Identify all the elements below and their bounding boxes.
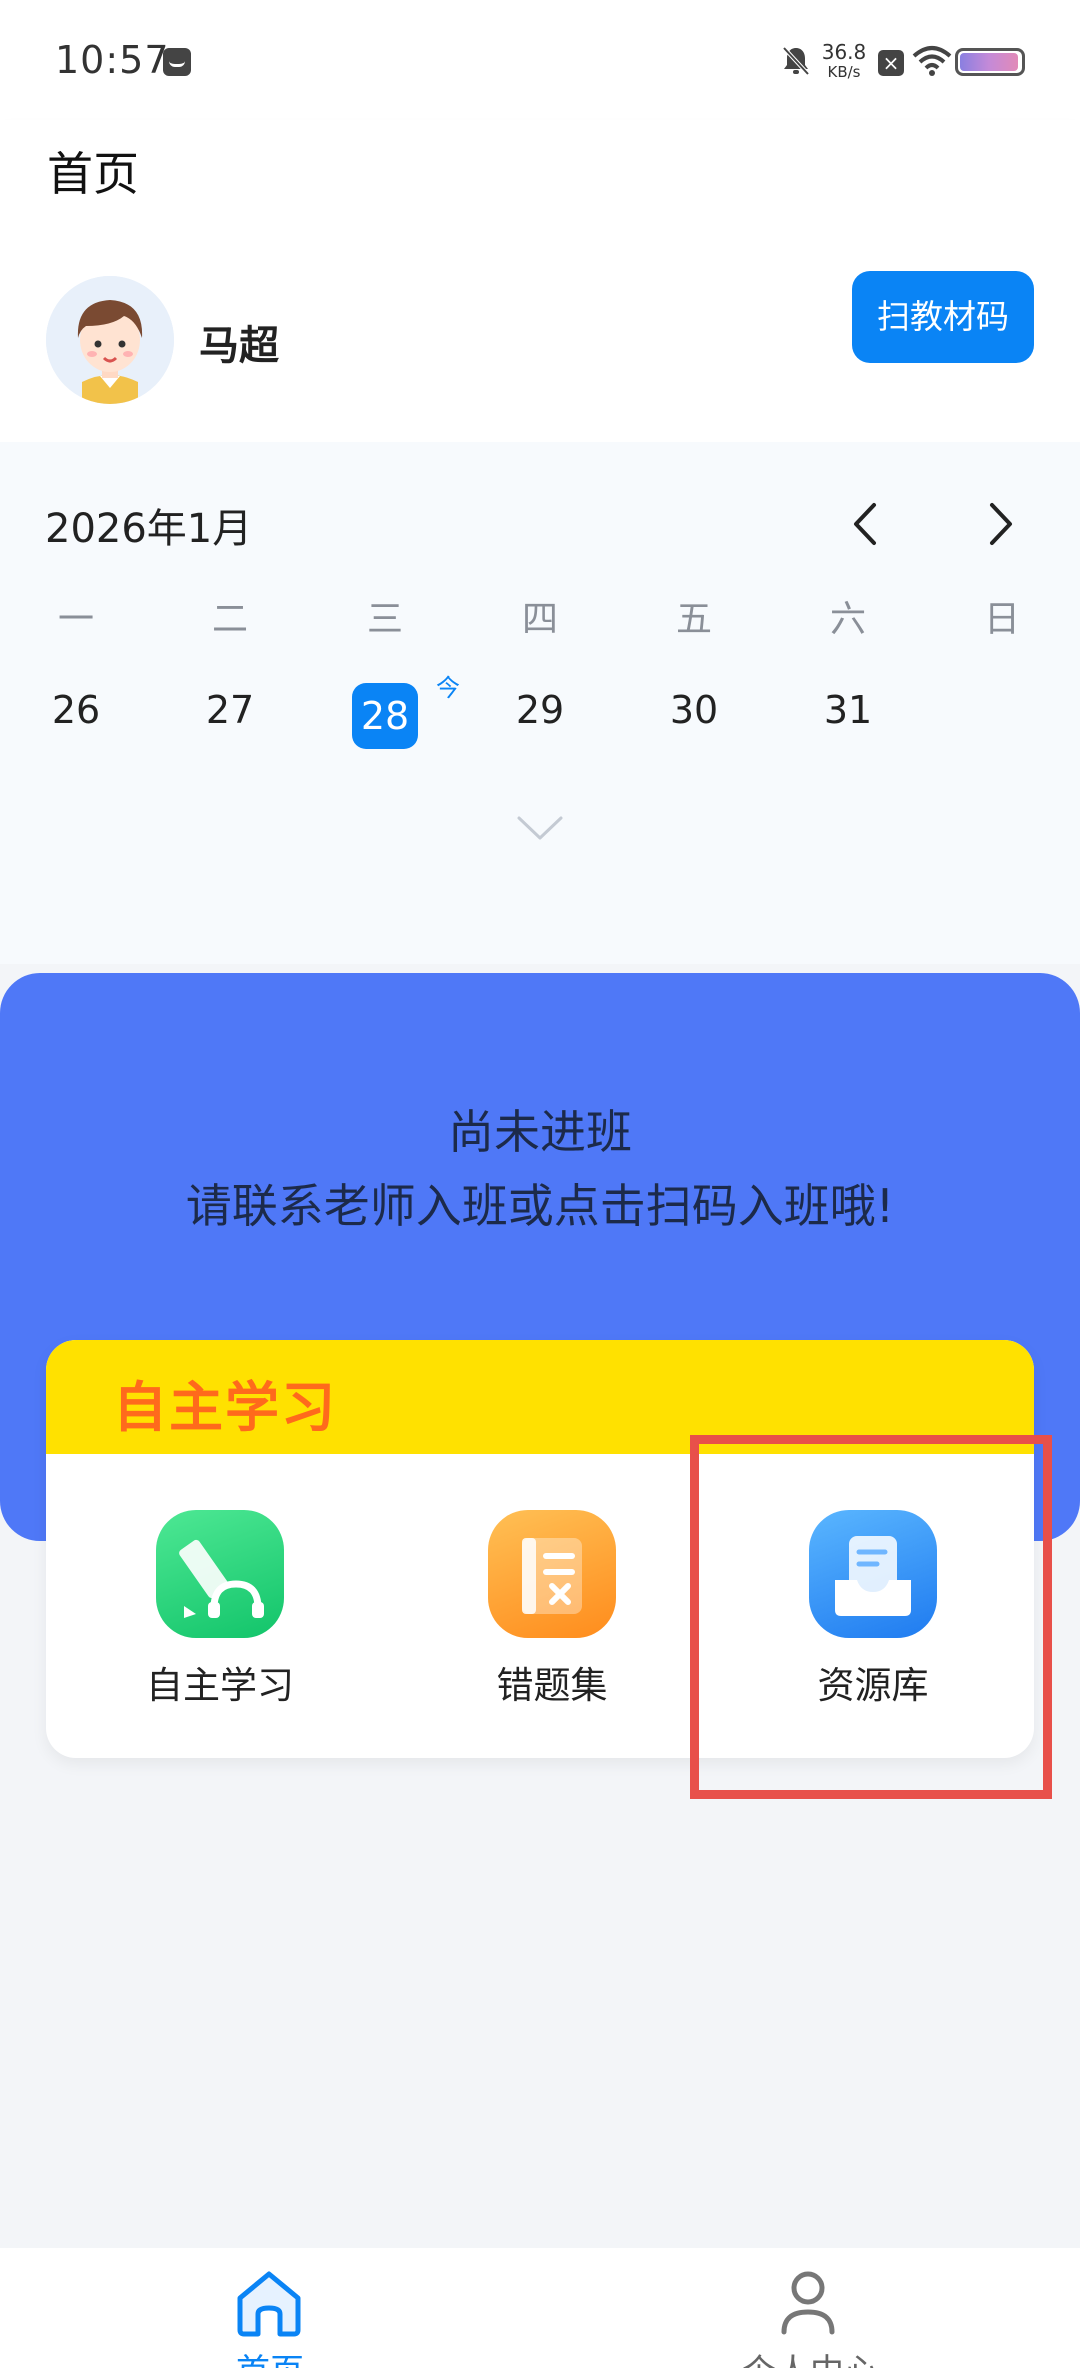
calendar-day[interactable]: 27 <box>190 688 270 732</box>
calendar-day[interactable]: 30 <box>654 688 734 732</box>
weekday-tue: 二 <box>211 599 248 640</box>
nav-profile-label[interactable]: 个人中心 <box>735 2344 885 2368</box>
avatar-illustration <box>46 276 174 404</box>
battery-level <box>960 53 1018 71</box>
today-mark: 今 <box>436 674 460 702</box>
calendar-day[interactable]: 26 <box>36 688 116 732</box>
self-study-label[interactable]: 自主学习 <box>90 1655 350 1709</box>
message-notification-icon <box>163 48 191 76</box>
weekday-sun: 日 <box>983 599 1020 640</box>
weekday-fri: 五 <box>675 599 712 640</box>
calendar-day-selected[interactable]: 28 <box>352 683 418 749</box>
weekday-thu: 四 <box>521 599 558 640</box>
weekday-sat: 六 <box>829 599 866 640</box>
no-sim-icon: × <box>878 50 904 76</box>
nav-home-label[interactable]: 首页 <box>220 2344 320 2368</box>
scan-textbook-code-button[interactable]: 扫教材码 <box>852 271 1034 363</box>
network-speed-value: 36.8 <box>821 40 867 64</box>
calendar-day[interactable]: 29 <box>500 688 580 732</box>
highlight-annotation-box <box>690 1435 1052 1799</box>
person-icon[interactable] <box>778 2270 838 2338</box>
weekday-mon: 一 <box>57 599 94 640</box>
chevron-right-icon[interactable] <box>980 499 1020 549</box>
page-title: 首页 <box>47 147 139 201</box>
user-name: 马超 <box>199 323 279 369</box>
status-time: 10:57 <box>55 38 170 82</box>
wifi-icon <box>912 46 952 76</box>
home-icon[interactable] <box>232 2268 306 2338</box>
notebook-x-icon[interactable] <box>488 1510 616 1638</box>
battery-icon <box>955 48 1025 76</box>
weekday-wed: 三 <box>366 599 403 640</box>
chevron-down-icon[interactable] <box>515 810 565 846</box>
bell-muted-icon <box>782 46 810 76</box>
calendar-day[interactable]: 31 <box>808 688 888 732</box>
wrong-questions-label[interactable]: 错题集 <box>422 1655 682 1709</box>
pencil-headphone-icon[interactable] <box>156 1510 284 1638</box>
calendar-month: 2026年1月 <box>45 506 253 552</box>
avatar[interactable] <box>46 276 174 404</box>
network-speed: 36.8 KB/s <box>820 42 868 82</box>
chevron-left-icon[interactable] <box>846 499 886 549</box>
self-study-title: 自主学习 <box>113 1376 337 1439</box>
bottom-nav <box>0 2248 1080 2368</box>
network-speed-unit: KB/s <box>827 63 861 81</box>
banner-message: 请联系老师入班或点击扫码入班哦! <box>185 1179 895 1233</box>
banner-title: 尚未进班 <box>448 1105 632 1159</box>
